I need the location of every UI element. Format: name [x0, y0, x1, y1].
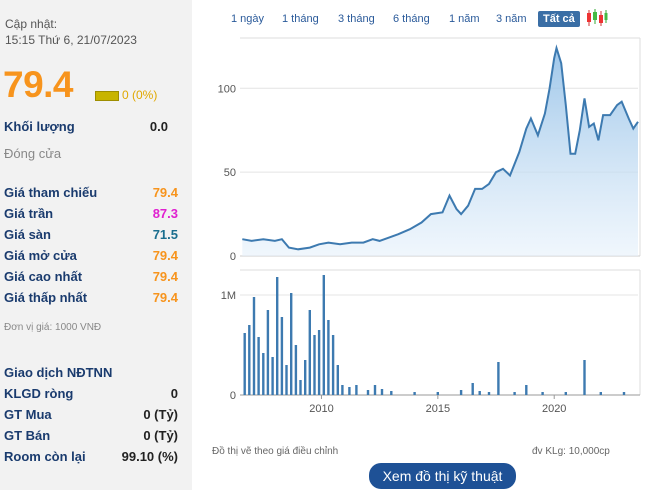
volume-bar — [541, 392, 544, 395]
price-label: Giá tham chiếu — [4, 185, 98, 200]
price-label: Giá cao nhất — [4, 269, 83, 284]
volume-bar — [313, 335, 316, 395]
price-label: Giá thấp nhất — [4, 290, 88, 305]
volume-bar — [413, 392, 416, 395]
price-change: 0 (0%) — [122, 88, 158, 102]
market-status: Đóng cửa — [4, 146, 62, 161]
volume-tick-label: 1M — [221, 290, 236, 302]
price-tick-label: 0 — [230, 251, 236, 263]
candlestick-chart-icon[interactable] — [586, 9, 608, 27]
volume-bar — [366, 390, 370, 395]
volume-bar — [308, 310, 311, 395]
volume-bar — [252, 297, 256, 395]
change-indicator-icon — [95, 91, 119, 101]
price-value: 79.4 — [152, 269, 178, 284]
price-history-chart: 2010 2015 2020 0 50 100 0 1M — [218, 37, 641, 415]
volume-bar — [513, 392, 516, 395]
volume-bar — [243, 333, 246, 395]
volume-bar — [276, 277, 279, 395]
price-tick-label: 50 — [224, 167, 236, 179]
x-tick-label: 2010 — [309, 403, 333, 415]
foreign-value: 0 — [170, 386, 178, 401]
volume-bar — [341, 385, 344, 395]
price-tick-label: 100 — [218, 83, 236, 95]
volume-bar — [266, 310, 270, 395]
update-time: 15:15 Thứ 6, 21/07/2023 — [5, 33, 137, 47]
volume-bar — [583, 360, 586, 395]
tab-1-day[interactable]: 1 ngày — [231, 13, 264, 25]
volume-bar — [599, 392, 602, 395]
volume-bar — [373, 385, 377, 395]
volume-bar — [262, 353, 265, 395]
volume-value: 0.0 — [149, 119, 168, 134]
chart-adjusted-note: Đồ thị vẽ theo giá điều chỉnh — [212, 446, 339, 457]
volume-bar — [248, 325, 251, 395]
technical-chart-button[interactable]: Xem đồ thị kỹ thuật — [369, 463, 516, 489]
volume-bar — [285, 365, 288, 395]
volume-bar — [317, 330, 321, 395]
volume-bar — [525, 385, 528, 395]
volume-bar — [471, 383, 474, 395]
volume-bar — [322, 275, 325, 395]
volume-bar — [257, 337, 260, 395]
volume-tick-label: 0 — [230, 390, 236, 402]
price-area-fill — [242, 48, 639, 256]
volume-bar — [622, 392, 626, 395]
volume-bar — [299, 380, 302, 395]
tab-6-months[interactable]: 6 tháng — [393, 13, 430, 25]
volume-bar — [348, 387, 351, 395]
stock-summary-panel: Cập nhật: 15:15 Thứ 6, 21/07/2023 79.4 0… — [0, 0, 192, 490]
volume-bar — [336, 365, 339, 395]
volume-bar — [304, 360, 307, 395]
tab-3-years[interactable]: 3 năm — [496, 13, 527, 25]
price-value: 71.5 — [152, 227, 178, 242]
foreign-label: GT Mua — [4, 407, 52, 422]
volume-unit-note: đv KLg: 10,000cp — [532, 446, 610, 457]
volume-bar — [271, 357, 274, 395]
volume-bar — [497, 362, 500, 395]
volume-bar — [436, 392, 439, 395]
volume-bar — [478, 391, 481, 395]
foreign-value: 0 (Tỷ) — [143, 428, 178, 443]
x-tick-label: 2020 — [542, 403, 566, 415]
price-value: 79.4 — [152, 185, 178, 200]
price-label: Giá trần — [4, 206, 54, 221]
price-label: Giá sàn — [4, 227, 51, 242]
tab-1-month[interactable]: 1 tháng — [282, 13, 319, 25]
volume-bar — [564, 392, 567, 395]
volume-bar — [331, 335, 335, 395]
volume-bar — [355, 385, 358, 395]
volume-bar — [294, 345, 298, 395]
price-value: 79.4 — [152, 248, 178, 263]
foreign-label: KLGD ròng — [4, 386, 74, 401]
price-value: 87.3 — [152, 206, 178, 221]
foreign-value: 0 (Tỷ) — [143, 407, 178, 422]
foreign-label: Room còn lại — [4, 449, 86, 464]
volume-bar — [390, 391, 393, 395]
volume-bar — [487, 392, 491, 395]
price-value: 79.4 — [152, 290, 178, 305]
unit-note: Đơn vị giá: 1000 VNĐ — [4, 322, 102, 333]
volume-bar — [290, 293, 293, 395]
volume-bar — [327, 320, 330, 395]
volume-bar — [459, 390, 463, 395]
price-label: Giá mở cửa — [4, 248, 77, 263]
foreign-value: 99.10 (%) — [121, 449, 178, 464]
volume-bar — [280, 317, 284, 395]
volume-bar — [380, 389, 384, 395]
volume-label: Khối lượng — [4, 119, 75, 134]
x-tick-label: 2015 — [426, 403, 450, 415]
tab-3-months[interactable]: 3 tháng — [338, 13, 375, 25]
tab-all[interactable]: Tất cả — [538, 11, 580, 27]
foreign-label: GT Bán — [4, 428, 51, 443]
current-price: 79.4 — [3, 64, 74, 105]
tab-1-year[interactable]: 1 năm — [449, 13, 480, 25]
update-label: Cập nhật: — [5, 17, 58, 31]
foreign-trade-title: Giao dịch NĐTNN — [4, 365, 113, 380]
